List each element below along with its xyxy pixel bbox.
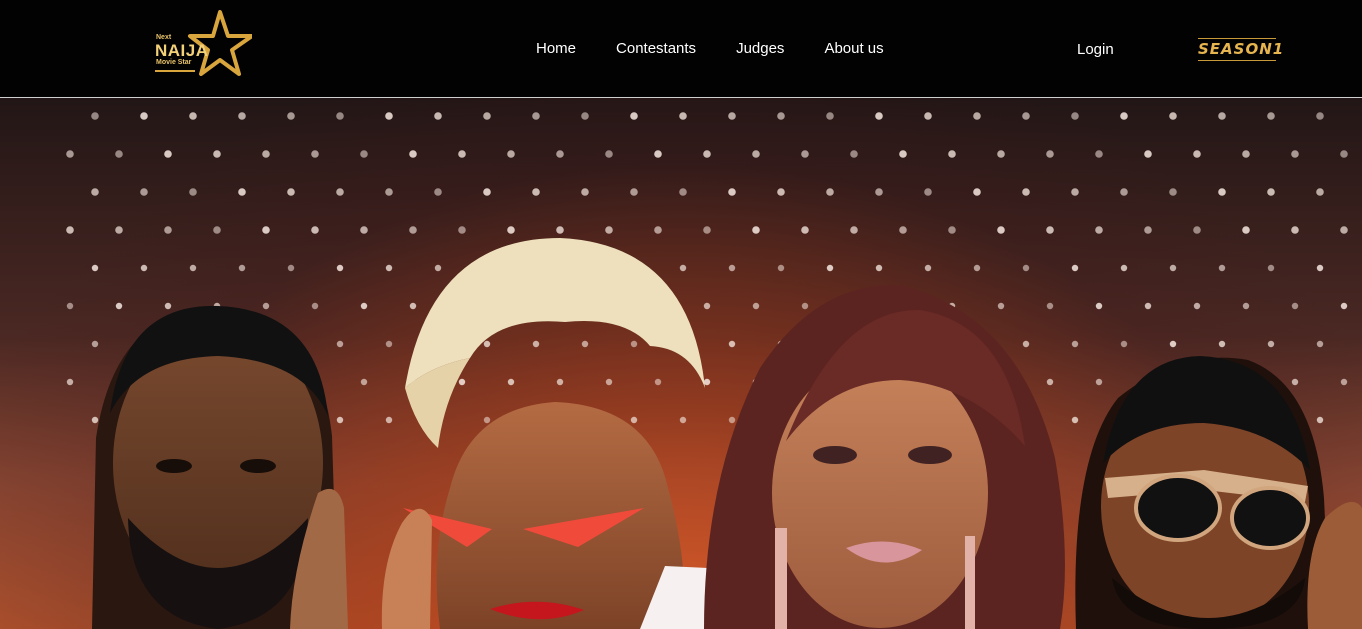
judge-woman-auburn — [704, 285, 1065, 629]
hero-banner — [0, 98, 1362, 629]
logo-small-text: Next — [156, 34, 172, 41]
login-link[interactable]: Login — [1077, 41, 1114, 58]
nav-contestants[interactable]: Contestants — [616, 40, 696, 58]
nav-judges[interactable]: Judges — [736, 40, 784, 58]
brand-logo[interactable]: Next NAIJA Movie Star — [154, 10, 252, 76]
judge-man-left — [92, 305, 348, 629]
season-badge: SEASON1 — [1198, 38, 1283, 61]
judge-man-sunglasses — [1075, 356, 1362, 629]
navbar: Next NAIJA Movie Star Home Contestants J… — [0, 0, 1362, 98]
judges-photo — [92, 238, 1362, 629]
nav-about-us[interactable]: About us — [824, 40, 883, 58]
logo-sub-text: Movie Star — [156, 59, 192, 66]
logo-main-text: NAIJA — [155, 41, 209, 60]
nav-home[interactable]: Home — [536, 40, 576, 58]
main-nav: Home Contestants Judges About us — [536, 40, 884, 58]
judge-woman-blonde — [381, 238, 718, 629]
